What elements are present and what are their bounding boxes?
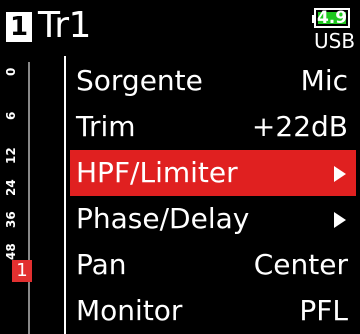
meter-bar <box>28 62 30 334</box>
menu-item-phase-delay[interactable]: Phase/Delay <box>70 196 356 242</box>
meter-tick: 6 <box>4 111 18 120</box>
menu-item-value: +22dB <box>251 110 348 143</box>
menu-item-label: Trim <box>76 110 136 143</box>
menu-item-value: Center <box>253 248 348 281</box>
meter-tick: 48 <box>4 243 18 260</box>
meter-tick: 24 <box>4 179 18 196</box>
battery-icon: 4.9 <box>312 8 350 28</box>
menu-item-sorgente[interactable]: Sorgente Mic <box>70 58 356 104</box>
menu-item-label: Sorgente <box>76 64 203 97</box>
chevron-right-icon <box>334 212 346 228</box>
menu-item-label: HPF/Limiter <box>76 156 238 189</box>
header-bar: 1 Tr1 4.9 USB <box>0 0 360 54</box>
meter-track-badge: 1 <box>12 260 32 282</box>
menu-item-value: Mic <box>300 64 348 97</box>
chevron-right-icon <box>334 166 346 182</box>
power-source-label: USB <box>314 29 356 53</box>
meter-tick: 36 <box>4 211 18 228</box>
track-number-badge: 1 <box>6 12 32 42</box>
menu-item-label: Monitor <box>76 294 183 327</box>
battery-voltage: 4.9 <box>316 8 348 28</box>
power-indicator: 4.9 USB <box>312 8 356 53</box>
menu-item-trim[interactable]: Trim +22dB <box>70 104 356 150</box>
meter-tick: 0 <box>4 67 18 76</box>
level-meter: 0 6 12 24 36 48 1 <box>0 56 64 334</box>
menu-item-label: Phase/Delay <box>76 202 250 235</box>
menu-item-monitor[interactable]: Monitor PFL <box>70 288 356 334</box>
device-screen: 1 Tr1 4.9 USB 0 6 12 24 36 48 1 Sorgente… <box>0 0 360 334</box>
meter-tick: 12 <box>4 147 18 164</box>
settings-menu: Sorgente Mic Trim +22dB HPF/Limiter Phas… <box>70 58 356 334</box>
track-name: Tr1 <box>38 5 91 46</box>
menu-item-hpf-limiter[interactable]: HPF/Limiter <box>70 150 356 196</box>
vertical-divider <box>64 56 66 334</box>
menu-item-value: PFL <box>299 294 348 327</box>
menu-item-label: Pan <box>76 248 127 281</box>
menu-item-pan[interactable]: Pan Center <box>70 242 356 288</box>
